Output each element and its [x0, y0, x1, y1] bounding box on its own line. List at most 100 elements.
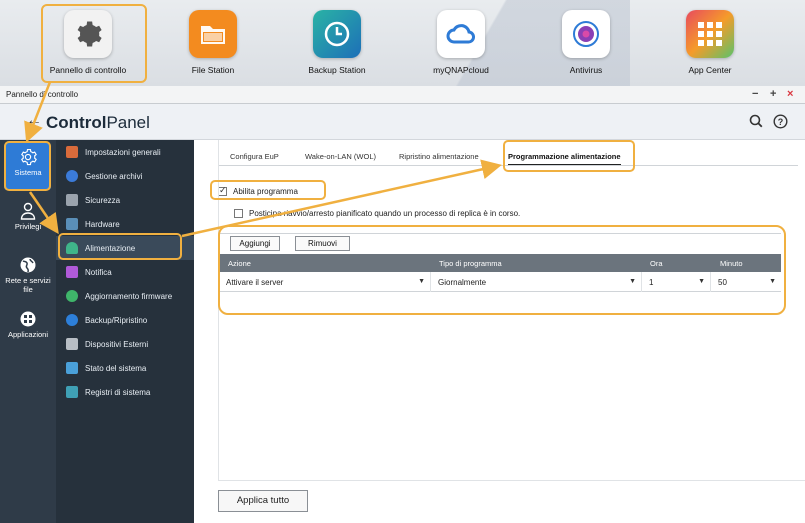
desktop-app-label: File Station: [191, 65, 235, 75]
rail-item-rete-servizi-file[interactable]: Rete e servizi file: [0, 256, 56, 294]
minimize-button[interactable]: −: [752, 88, 758, 100]
tipo-programma-select[interactable]: Giornalmente ▼: [432, 272, 642, 292]
close-button[interactable]: ×: [787, 88, 793, 100]
submenu-item-label: Sicurezza: [85, 195, 121, 205]
brand-bold: Control: [46, 113, 107, 132]
submenu-item-label: Dispositivi Esterni: [85, 339, 149, 349]
storage-icon: [66, 170, 78, 182]
tab-ripristino-alimentazione[interactable]: Ripristino alimentazione: [399, 152, 479, 161]
postpone-checkbox[interactable]: [234, 209, 243, 218]
azione-value: Attivare il server: [226, 277, 284, 287]
globe-icon: [20, 257, 36, 273]
azione-select[interactable]: Attivare il server ▼: [220, 272, 431, 292]
desktop-app-backup-station[interactable]: Backup Station: [287, 10, 387, 75]
rail-item-label: Rete e servizi file: [5, 276, 51, 294]
tab-wake-on-lan[interactable]: Wake-on-LAN (WOL): [305, 152, 376, 161]
submenu-item-label: Hardware: [85, 219, 120, 229]
power-icon: [66, 242, 78, 254]
toolbar-divider: [220, 233, 781, 234]
settings-icon: [66, 146, 78, 158]
desktop-app-file-station[interactable]: File Station: [163, 10, 263, 75]
user-icon: [20, 202, 36, 220]
desktop-app-app-center[interactable]: App Center: [660, 10, 760, 75]
tab-configura-eup[interactable]: Configura EuP: [230, 152, 279, 161]
footer-divider: [218, 480, 805, 481]
ora-value: 1: [649, 277, 654, 287]
log-icon: [66, 386, 78, 398]
antivirus-icon: [562, 10, 610, 58]
help-icon[interactable]: ?: [773, 114, 788, 131]
desktop-strip: Pannello di controllo File Station Backu…: [0, 0, 805, 86]
desktop-app-label: Backup Station: [308, 65, 366, 75]
window-titlebar: Pannello di controllo − + ×: [0, 86, 805, 104]
content-panel: Configura EuP Wake-on-LAN (WOL) Ripristi…: [194, 140, 805, 523]
maximize-button[interactable]: +: [770, 88, 776, 100]
app-brand: ControlPanel: [46, 113, 150, 133]
submenu-item-label: Backup/Ripristino: [85, 315, 148, 325]
column-header-azione: Azione: [228, 259, 251, 268]
minuto-select[interactable]: 50 ▼: [712, 272, 781, 292]
enable-schedule-label: Abilita programma: [233, 187, 298, 196]
submenu: Impostazioni generali Gestione archivi S…: [56, 140, 194, 523]
content-left-border: [218, 140, 219, 480]
add-button[interactable]: Aggiungi: [230, 236, 280, 251]
rail-item-label: Sistema: [14, 168, 42, 177]
window-title: Pannello di controllo: [6, 90, 79, 99]
apply-all-button[interactable]: Applica tutto: [218, 490, 308, 512]
minuto-value: 50: [718, 277, 727, 287]
callout-control-panel: [41, 4, 147, 83]
submenu-item-hardware[interactable]: Hardware: [56, 212, 194, 236]
desktop-app-label: Antivirus: [569, 65, 603, 75]
rail-item-privilegi[interactable]: Privilegi: [0, 202, 56, 231]
back-arrow-icon[interactable]: ←: [26, 112, 42, 130]
postpone-label: Posticipa riavvio/arresto pianificato qu…: [249, 209, 521, 218]
chevron-down-icon: ▼: [769, 278, 776, 285]
brand-light: Panel: [106, 113, 150, 132]
rail-item-label: Applicazioni: [7, 330, 49, 339]
desktop-app-label: App Center: [688, 65, 732, 75]
submenu-item-label: Registri di sistema: [85, 387, 151, 397]
chevron-down-icon: ▼: [629, 278, 636, 285]
submenu-item-backup-ripristino[interactable]: Backup/Ripristino: [56, 308, 194, 332]
external-device-icon: [66, 338, 78, 350]
cloud-icon: [437, 10, 485, 58]
search-icon[interactable]: [749, 114, 763, 130]
column-header-tipo-di-programma: Tipo di programma: [439, 259, 502, 268]
desktop-app-label: myQNAPcloud: [433, 65, 489, 75]
submenu-item-registri-di-sistema[interactable]: Registri di sistema: [56, 380, 194, 404]
submenu-item-stato-del-sistema[interactable]: Stato del sistema: [56, 356, 194, 380]
submenu-item-aggiornamento-firmware[interactable]: Aggiornamento firmware: [56, 284, 194, 308]
rail-item-applicazioni[interactable]: Applicazioni: [0, 310, 56, 339]
clock-icon: [313, 10, 361, 58]
tipo-value: Giornalmente: [438, 277, 487, 287]
submenu-item-label: Gestione archivi: [85, 171, 143, 181]
backup-icon: [66, 314, 78, 326]
lock-icon: [66, 194, 78, 206]
column-header-ora: Ora: [650, 259, 663, 268]
desktop-app-myqnapcloud[interactable]: myQNAPcloud: [411, 10, 511, 75]
tab-divider: [218, 165, 798, 166]
notification-icon: [66, 266, 78, 278]
gear-icon: [21, 148, 37, 166]
submenu-item-sicurezza[interactable]: Sicurezza: [56, 188, 194, 212]
table-row: Attivare il server ▼ Giornalmente ▼ 1 ▼ 50 ▼: [220, 272, 781, 292]
tab-programmazione-alimentazione[interactable]: Programmazione alimentazione: [508, 152, 621, 166]
chevron-down-icon: ▼: [418, 278, 425, 285]
submenu-item-gestione-archivi[interactable]: Gestione archivi: [56, 164, 194, 188]
submenu-item-alimentazione[interactable]: Alimentazione: [56, 236, 194, 260]
monitor-icon: [66, 362, 78, 374]
svg-text:?: ?: [778, 117, 784, 127]
desktop-app-antivirus[interactable]: Antivirus: [536, 10, 636, 75]
submenu-item-label: Impostazioni generali: [85, 147, 161, 157]
submenu-item-notifica[interactable]: Notifica: [56, 260, 194, 284]
rail-item-sistema[interactable]: Sistema: [0, 148, 56, 177]
submenu-item-dispositivi-esterni[interactable]: Dispositivi Esterni: [56, 332, 194, 356]
app-header: ← ControlPanel ?: [0, 104, 805, 140]
column-header-minuto: Minuto: [720, 259, 743, 268]
submenu-item-label: Alimentazione: [85, 243, 136, 253]
ora-select[interactable]: 1 ▼: [643, 272, 711, 292]
firmware-icon: [66, 290, 78, 302]
submenu-item-impostazioni-generali[interactable]: Impostazioni generali: [56, 140, 194, 164]
enable-schedule-checkbox[interactable]: [218, 185, 227, 196]
remove-button[interactable]: Rimuovi: [295, 236, 350, 251]
